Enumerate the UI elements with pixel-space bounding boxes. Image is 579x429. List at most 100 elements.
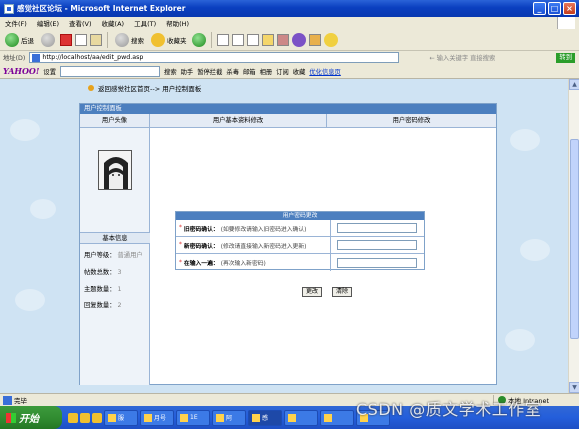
maximize-button[interactable]: □ bbox=[548, 2, 561, 15]
quick-launch-icon[interactable] bbox=[68, 412, 78, 423]
page-content: 返回感觉社区首页--> 用户控制面板 用户控制面板 用户头像 用户基本资料修改 … bbox=[0, 79, 568, 393]
standard-toolbar: 后退 搜索 收藏夹 bbox=[0, 29, 579, 51]
menu-file[interactable]: 文件(F) bbox=[5, 18, 27, 28]
old-password-input[interactable] bbox=[337, 223, 417, 233]
taskbar-item-active[interactable]: 感 bbox=[248, 409, 282, 426]
edit-icon[interactable] bbox=[246, 33, 259, 46]
favorites-button[interactable]: 收藏夹 bbox=[149, 31, 189, 49]
quick-launch-icon[interactable] bbox=[80, 412, 90, 423]
yahoo-mail-button[interactable]: 邮箱 bbox=[243, 67, 256, 76]
reset-button[interactable]: 清除 bbox=[332, 287, 353, 297]
tool-icon[interactable] bbox=[308, 33, 321, 46]
menu-tools[interactable]: 工具(T) bbox=[134, 18, 156, 28]
bullet-icon bbox=[88, 85, 94, 91]
yahoo-popup-button[interactable]: 暂停拦截 bbox=[197, 67, 222, 76]
close-button[interactable]: × bbox=[563, 2, 576, 15]
home-icon[interactable] bbox=[90, 33, 102, 46]
tab-basic-info[interactable]: 用户基本资料修改 bbox=[150, 114, 327, 127]
messenger-icon[interactable] bbox=[276, 33, 289, 46]
mail-icon[interactable] bbox=[216, 33, 229, 46]
app-icon bbox=[108, 413, 116, 422]
post-count-row: 帖数总数： 3 bbox=[84, 267, 122, 276]
topic-count-row: 主题数量： 1 bbox=[84, 284, 122, 293]
print-icon[interactable] bbox=[231, 33, 244, 46]
media-icon[interactable] bbox=[191, 32, 206, 47]
submit-change-button[interactable]: 更改 bbox=[302, 287, 323, 297]
taskbar-item-label: 1E bbox=[190, 414, 198, 421]
smiley-icon[interactable] bbox=[323, 32, 338, 47]
taskbar-item[interactable] bbox=[320, 409, 354, 426]
back-arrow-icon bbox=[5, 32, 19, 47]
decorative-bubble bbox=[520, 239, 550, 261]
reply-count-label: 回复数量： bbox=[84, 302, 116, 309]
stop-icon[interactable] bbox=[60, 33, 72, 46]
yahoo-toolbar: YAHOO! 设置 搜索 助手 暂停拦截 杀毒 邮箱 相册 订阅 收藏 优化信息… bbox=[0, 64, 579, 79]
breadcrumb-link[interactable]: 返回感觉社区首页--> 用户控制面板 bbox=[98, 83, 201, 93]
decorative-bubble bbox=[505, 329, 535, 351]
taskbar-item[interactable]: 1E bbox=[176, 409, 210, 426]
app-icon bbox=[324, 413, 332, 422]
back-button[interactable]: 后退 bbox=[3, 31, 36, 49]
scroll-up-arrow-icon[interactable]: ▲ bbox=[569, 79, 579, 90]
user-level-row: 用户等级： 普通用户 bbox=[84, 250, 143, 259]
address-input[interactable]: http://localhost/aa/edit_pwd.asp bbox=[29, 52, 400, 63]
user-level-label: 用户等级： bbox=[84, 252, 116, 259]
yahoo-fav-button[interactable]: 收藏 bbox=[293, 67, 306, 76]
menu-edit[interactable]: 编辑(E) bbox=[37, 18, 59, 28]
vertical-scrollbar[interactable]: ▲ ▼ bbox=[568, 79, 579, 393]
tab-password[interactable]: 用户密码修改 bbox=[327, 114, 496, 127]
address-url: http://localhost/aa/edit_pwd.asp bbox=[42, 54, 144, 61]
taskbar-item[interactable] bbox=[284, 409, 318, 426]
app-icon bbox=[252, 413, 260, 422]
research-icon[interactable] bbox=[291, 32, 306, 47]
yahoo-settings-button[interactable]: 设置 bbox=[43, 67, 56, 76]
app-icon bbox=[288, 413, 296, 422]
decorative-bubble bbox=[510, 129, 540, 151]
column-header-avatar: 用户头像 bbox=[80, 114, 150, 127]
scroll-thumb[interactable] bbox=[570, 139, 579, 339]
basic-info-title: 基本信息 bbox=[80, 232, 150, 244]
taskbar-item[interactable]: 月号 bbox=[140, 409, 174, 426]
confirm-password-row: * 在输入一遍： (再次输入新密码) bbox=[176, 254, 424, 271]
yahoo-search-input[interactable] bbox=[60, 65, 161, 77]
decorative-bubble bbox=[15, 289, 45, 311]
decorative-bubble bbox=[10, 119, 40, 141]
start-label: 开始 bbox=[19, 414, 39, 425]
taskbar-item[interactable]: 阿 bbox=[212, 409, 246, 426]
yahoo-optimize-link[interactable]: 优化信息页 bbox=[309, 67, 340, 76]
yahoo-album-button[interactable]: 相册 bbox=[260, 67, 273, 76]
yahoo-search-button[interactable]: 搜索 bbox=[164, 67, 177, 76]
minimize-button[interactable]: _ bbox=[533, 2, 546, 15]
app-icon bbox=[144, 413, 152, 422]
yahoo-rss-button[interactable]: 订阅 bbox=[276, 67, 289, 76]
yahoo-antivirus-button[interactable]: 杀毒 bbox=[226, 67, 239, 76]
folder-icon[interactable] bbox=[261, 33, 274, 46]
taskbar-item-label: 感 bbox=[262, 415, 269, 422]
menu-view[interactable]: 查看(V) bbox=[69, 18, 92, 28]
yahoo-helper-button[interactable]: 助手 bbox=[181, 67, 194, 76]
start-button[interactable]: 开始 bbox=[0, 406, 62, 429]
go-button[interactable]: 转到 bbox=[556, 52, 575, 63]
required-marker: * bbox=[179, 259, 182, 266]
search-button[interactable]: 搜索 bbox=[113, 31, 146, 49]
menu-help[interactable]: 帮助(H) bbox=[166, 18, 189, 28]
taskbar-item[interactable]: 服 bbox=[104, 409, 138, 426]
windows-logo-icon bbox=[557, 17, 575, 29]
post-count-label: 帖数总数： bbox=[84, 269, 116, 276]
address-label: 地址(D) bbox=[3, 55, 26, 62]
reply-count-row: 回复数量： 2 bbox=[84, 300, 122, 309]
scroll-down-arrow-icon[interactable]: ▼ bbox=[569, 382, 579, 393]
forward-button[interactable] bbox=[39, 31, 57, 49]
app-icon bbox=[216, 413, 224, 422]
avatar-image bbox=[99, 151, 131, 189]
menu-favorites[interactable]: 收藏(A) bbox=[102, 18, 125, 28]
address-search-hint: ← 输入关键字 直接搜索 bbox=[429, 55, 496, 62]
yahoo-logo[interactable]: YAHOO! bbox=[3, 66, 39, 76]
confirm-password-input[interactable] bbox=[337, 257, 417, 268]
windows-flag-icon bbox=[6, 412, 16, 423]
topic-count-label: 主题数量： bbox=[84, 286, 116, 293]
refresh-icon[interactable] bbox=[75, 33, 87, 46]
confirm-password-label-cell: * 在输入一遍： (再次输入新密码) bbox=[176, 254, 331, 271]
quick-launch-icon[interactable] bbox=[92, 412, 102, 423]
new-password-input[interactable] bbox=[337, 240, 417, 250]
